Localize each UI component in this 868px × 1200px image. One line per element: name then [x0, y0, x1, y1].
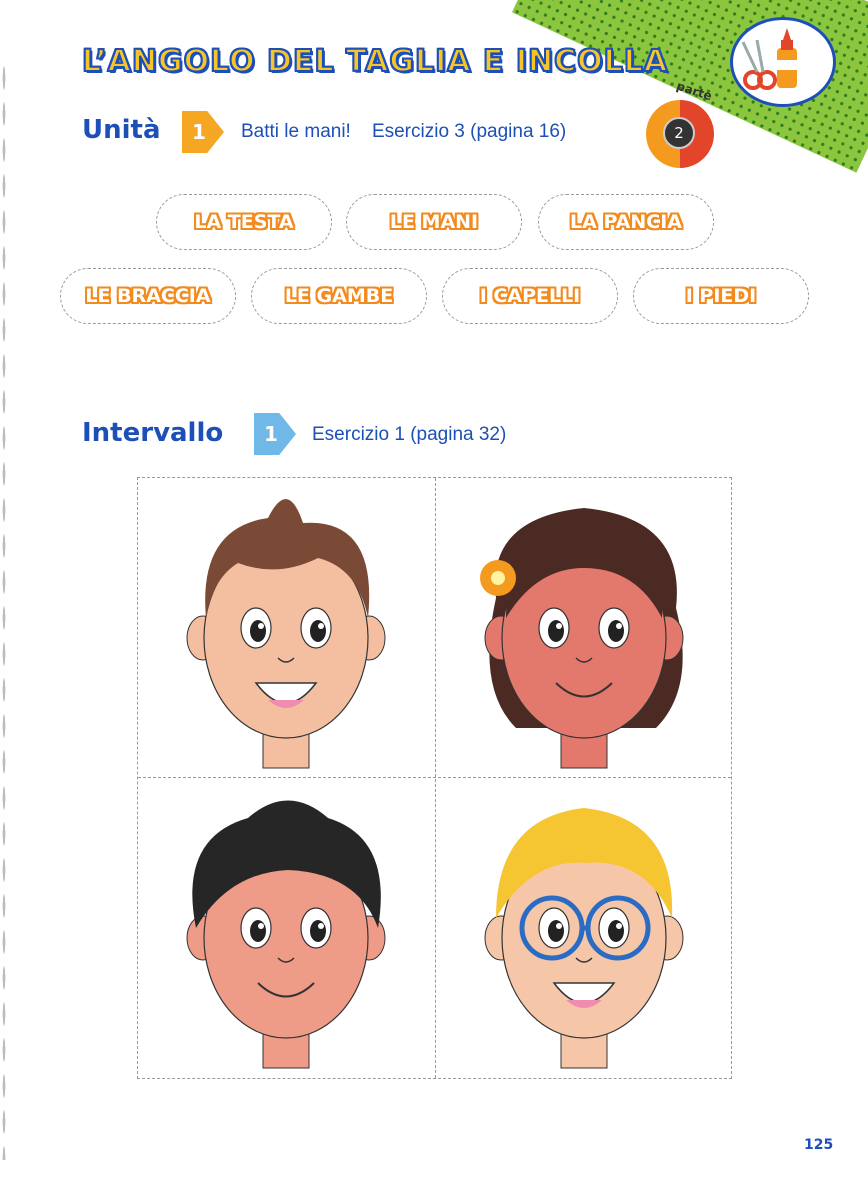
unit-heading: Unità — [82, 115, 161, 145]
word-card-label: LA PANCIA — [570, 211, 682, 233]
part-number: 2 — [663, 117, 695, 149]
word-card-label: LE GAMBE — [284, 285, 394, 307]
word-card[interactable]: I PIEDI — [633, 268, 809, 324]
decorative-dots — [2, 60, 6, 1160]
word-card[interactable]: LE MANI — [346, 194, 522, 250]
cutout-grid — [137, 477, 732, 1079]
face-cutout-3[interactable] — [138, 778, 434, 1078]
word-card-label: I PIEDI — [685, 285, 757, 307]
interval-heading: Intervallo — [82, 418, 224, 448]
page-number: 125 — [804, 1137, 834, 1153]
scissors-and-glue-icon — [730, 17, 836, 107]
word-card[interactable]: LA TESTA — [156, 194, 332, 250]
word-card[interactable]: LE BRACCIA — [60, 268, 236, 324]
word-card[interactable]: LA PANCIA — [538, 194, 714, 250]
face-cutout-4[interactable] — [436, 778, 732, 1078]
word-card-label: LE BRACCIA — [85, 285, 211, 307]
boy-blond-glasses-face — [484, 808, 684, 1069]
part-badge: 2 — [646, 100, 714, 168]
interval-number: 1 — [264, 422, 278, 446]
word-card-label: I CAPELLI — [479, 285, 581, 307]
face-cutout-2[interactable] — [436, 478, 732, 778]
word-card[interactable]: LE GAMBE — [251, 268, 427, 324]
interval-number-tag: 1 — [254, 413, 296, 455]
interval-exercise-text: Esercizio 1 (pagina 32) — [312, 424, 507, 445]
boy-brown-hair-face — [186, 499, 386, 769]
unit-number-tag: 1 — [182, 111, 224, 153]
word-card-label: LA TESTA — [194, 211, 294, 233]
page-title: L’ANGOLO DEL TAGLIA E INCOLLA — [81, 43, 669, 80]
girl-curly-hair-face — [480, 508, 684, 769]
boy-black-curly-hair-face — [186, 800, 386, 1069]
unit-exercise-text: Batti le mani! Esercizio 3 (pagina 16) — [241, 121, 567, 142]
word-card[interactable]: I CAPELLI — [442, 268, 618, 324]
word-card-label: LE MANI — [389, 211, 479, 233]
face-cutout-1[interactable] — [138, 478, 434, 778]
unit-number: 1 — [192, 120, 206, 144]
